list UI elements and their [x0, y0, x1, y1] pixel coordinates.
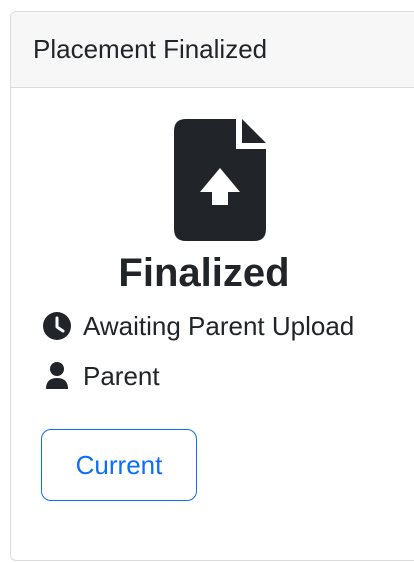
current-button[interactable]: Current: [41, 429, 197, 501]
clock-icon: [41, 310, 73, 342]
assignee-row: Parent: [41, 360, 160, 392]
status-text: Awaiting Parent Upload: [83, 310, 355, 341]
card-header: Placement Finalized: [11, 12, 414, 88]
status-row: Awaiting Parent Upload: [41, 310, 354, 342]
user-icon: [41, 360, 73, 392]
assignee-text: Parent: [83, 360, 160, 391]
file-upload-icon: [174, 119, 266, 241]
status-title: Finalized: [118, 251, 290, 295]
placement-card: Placement Finalized Finalized Awaiting P…: [10, 11, 414, 561]
card-header-title: Placement Finalized: [33, 34, 268, 64]
card-body: Finalized Awaiting Parent Upload Parent …: [11, 88, 414, 560]
